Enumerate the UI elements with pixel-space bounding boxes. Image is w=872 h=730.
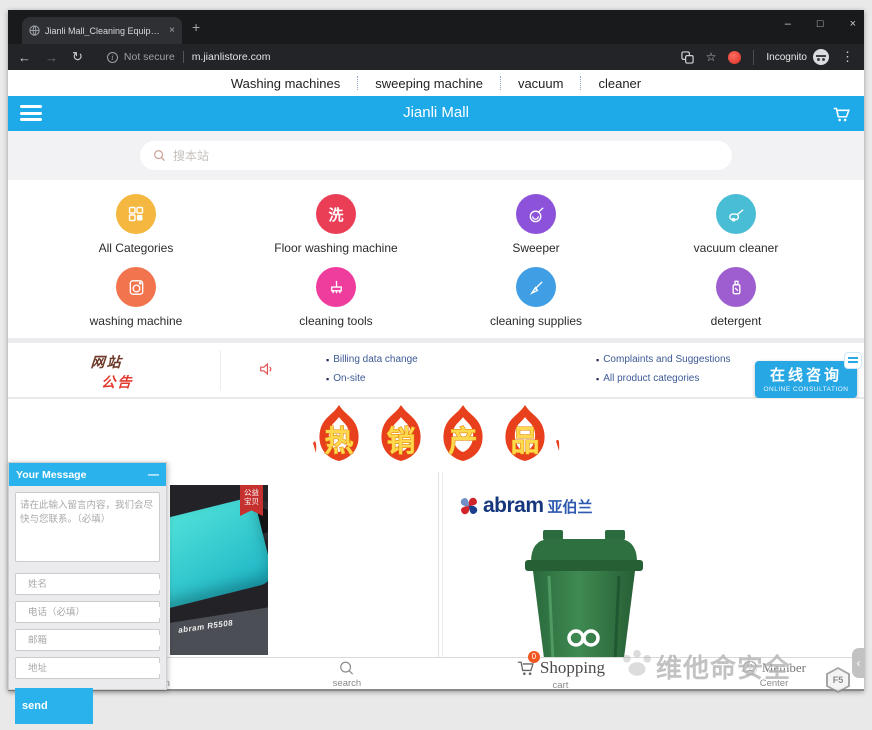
forward-icon[interactable]: → (45, 50, 58, 65)
banner-char: 产 (448, 425, 477, 458)
top-nav: Washing machines sweeping machine vacuum… (8, 70, 864, 96)
message-widget-header: Your Message — (9, 463, 166, 486)
site-title: Jianli Mall (8, 104, 864, 121)
announce-divider (220, 350, 221, 390)
speaker-icon (258, 360, 276, 378)
minimize-button[interactable]: – (785, 18, 791, 30)
category-panel: All Categories 洗 Floor washing machine S… (8, 180, 864, 338)
banner-char: 销 (386, 425, 415, 458)
category-sweeper[interactable]: Sweeper (436, 188, 636, 261)
brush-icon (316, 267, 356, 307)
extension-icon[interactable] (728, 51, 741, 64)
brand-name-cn: 亚伯兰 (548, 496, 593, 517)
search-box[interactable] (140, 141, 732, 170)
url-text: m.jianlistore.com (184, 51, 271, 63)
announce-link-all-products[interactable]: ▪ All product categories (596, 369, 731, 388)
nav-vacuum[interactable]: vacuum (501, 76, 581, 91)
message-textarea[interactable] (15, 492, 160, 562)
translate-icon[interactable] (681, 51, 694, 64)
product-image-trash-bin (509, 516, 659, 657)
bookmark-star-icon[interactable]: ☆ (706, 50, 717, 64)
category-floor-washing-machine[interactable]: 洗 Floor washing machine (236, 188, 436, 261)
address-field[interactable] (15, 657, 160, 679)
minimize-widget-icon[interactable]: — (148, 469, 159, 481)
info-icon[interactable]: i (107, 52, 118, 63)
online-consultation-button[interactable]: 在线咨询 ONLINE CONSULTATION (755, 361, 857, 398)
app-header: Jianli Mall (8, 96, 864, 131)
announce-link-billing[interactable]: ▪ Billing data change (326, 350, 418, 369)
maximize-button[interactable]: □ (817, 18, 824, 30)
bottomnav-member-center[interactable]: Member Center (739, 660, 809, 689)
banner-char: 热 (324, 425, 353, 458)
toolbar-divider (753, 50, 754, 65)
close-button[interactable]: × (850, 18, 856, 30)
bottomnav-shopping-cart[interactable]: 0 Shopping cart (516, 660, 605, 689)
announcement-board: 网站 公告 (89, 352, 136, 392)
category-cleaning-tools[interactable]: cleaning tools (236, 261, 436, 334)
grid-icon (116, 194, 156, 234)
member-person-icon (742, 660, 758, 676)
product-image-scrubber: abram R5508 公益 宝贝 (170, 485, 268, 655)
hot-products-section: 热 销 产 品 (8, 398, 864, 472)
nav-cleaner[interactable]: cleaner (581, 76, 658, 91)
search-input[interactable] (173, 149, 719, 163)
search-section (8, 131, 864, 180)
bottle-icon (716, 267, 756, 307)
brand-logo: abram 亚伯兰 (459, 494, 593, 518)
browser-titlebar: Jianli Mall_Cleaning Equipment C × + – □… (8, 10, 864, 44)
name-field[interactable] (15, 573, 160, 595)
announce-link-onsite[interactable]: ▪ On-site (326, 369, 418, 388)
category-washing-machine[interactable]: washing machine (36, 261, 236, 334)
bottomnav-search[interactable]: search (312, 660, 382, 689)
email-field[interactable] (15, 629, 160, 651)
security-label: Not secure (124, 51, 184, 63)
phone-field[interactable] (15, 601, 160, 623)
tab-close-icon[interactable]: × (169, 25, 175, 36)
washer-icon (116, 267, 156, 307)
reload-icon[interactable]: ↻ (72, 49, 83, 65)
send-button[interactable]: send (15, 688, 93, 724)
sweeper-icon (516, 194, 556, 234)
brand-name-en: abram (483, 494, 544, 518)
back-icon[interactable]: ← (18, 50, 31, 65)
tab-title: Jianli Mall_Cleaning Equipment C (45, 26, 164, 36)
duster-icon (516, 267, 556, 307)
category-detergent[interactable]: detergent (636, 261, 836, 334)
browser-tab[interactable]: Jianli Mall_Cleaning Equipment C × (22, 17, 182, 44)
incognito-badge: Incognito (766, 49, 829, 65)
browser-toolbar: ← → ↻ i Not secure m.jianlistore.com ☆ I… (8, 44, 864, 70)
new-tab-button[interactable]: + (192, 20, 200, 34)
pinwheel-icon (459, 496, 479, 516)
cart-count-badge: 0 (528, 651, 540, 663)
incognito-label: Incognito (766, 52, 807, 63)
nav-sweeping-machine[interactable]: sweeping machine (358, 76, 500, 91)
incognito-icon (813, 49, 829, 65)
announce-link-complaints[interactable]: ▪ Complaints and Suggestions (596, 350, 731, 369)
menu-kebab-icon[interactable]: ⋮ (841, 49, 854, 65)
product-card-trash-bin[interactable]: abram 亚伯兰 (442, 472, 864, 657)
side-panel-toggle[interactable]: ‹ (852, 648, 865, 678)
search-icon (338, 660, 355, 676)
category-all-categories[interactable]: All Categories (36, 188, 236, 261)
chat-bubble-icon (844, 352, 862, 369)
address-bar[interactable]: i Not secure m.jianlistore.com (107, 51, 271, 63)
announcement-bar: 网站 公告 ▪ Billing data change ▪ On-site (8, 343, 864, 398)
category-cleaning-supplies[interactable]: cleaning supplies (436, 261, 636, 334)
message-widget: Your Message — (8, 462, 167, 690)
machine-tank (170, 496, 268, 613)
search-icon (153, 149, 166, 162)
vacuum-icon (716, 194, 756, 234)
banner-char: 品 (510, 426, 539, 458)
globe-icon (29, 25, 40, 36)
category-vacuum-cleaner[interactable]: vacuum cleaner (636, 188, 836, 261)
wash-char-icon: 洗 (316, 194, 356, 234)
nav-washing-machines[interactable]: Washing machines (214, 76, 357, 91)
message-widget-title: Your Message (16, 469, 148, 481)
cart-icon[interactable] (830, 103, 852, 125)
browser-window: Jianli Mall_Cleaning Equipment C × + – □… (8, 10, 864, 691)
